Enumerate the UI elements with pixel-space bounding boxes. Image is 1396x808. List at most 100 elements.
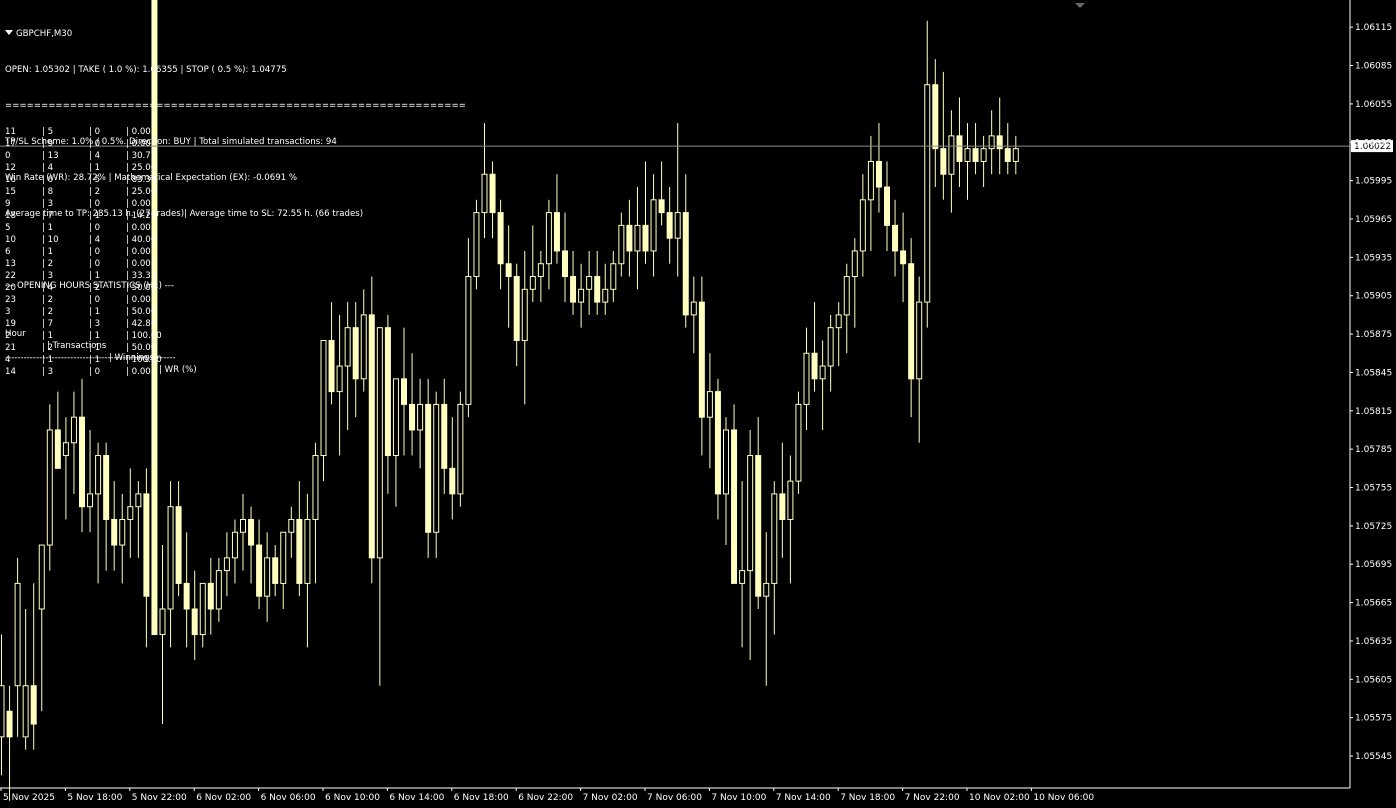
dropdown-triangle-icon[interactable] xyxy=(5,30,13,35)
candle-body-bull xyxy=(457,403,464,495)
candle-body-bear xyxy=(441,403,448,469)
levels-line: OPEN: 1.05302 | TAKE ( 1.0 %): 1.06355 |… xyxy=(5,65,287,75)
candle-body-bear xyxy=(731,429,738,584)
price-tick-label: 1.05755 xyxy=(1355,484,1392,494)
candle-body-bear xyxy=(207,582,214,610)
stats-cell-transactions: | 10 xyxy=(42,235,59,245)
stats-cell-wr: | 0.00 xyxy=(126,127,151,137)
candle-body-bull xyxy=(771,493,778,584)
candle-body-bear xyxy=(103,455,110,520)
candle-body-bear xyxy=(296,518,303,584)
stats-cell-winnings: | 0 xyxy=(89,367,101,377)
candle-body-bull xyxy=(843,276,850,316)
candle-body-bear xyxy=(111,518,118,546)
stats-cell-winnings: | 1 xyxy=(89,331,101,341)
candle-body-bull xyxy=(264,557,271,597)
stats-cell-wr: | 25.00 xyxy=(126,163,157,173)
time-tick-label: 6 Nov 14:00 xyxy=(389,793,444,803)
symbol-title[interactable]: GBPCHF,M30 xyxy=(5,28,466,40)
candle xyxy=(473,199,480,290)
candle-body-bull xyxy=(803,352,810,405)
candle-body-bull xyxy=(924,84,931,303)
stats-cell-transactions: | 4 xyxy=(42,163,54,173)
candle-body-bull xyxy=(87,493,94,508)
price-tick-label: 1.06055 xyxy=(1355,100,1392,110)
price-tick-label: 1.06025 xyxy=(1355,138,1392,148)
candle-body-bear xyxy=(570,276,577,303)
stats-cell-wr: | 50.00 xyxy=(126,343,157,353)
price-tick-label: 1.05905 xyxy=(1355,292,1392,302)
candle-body-bull xyxy=(288,518,295,533)
time-tick-label: 7 Nov 14:00 xyxy=(776,793,831,803)
candle-body-bear xyxy=(272,557,279,584)
time-tick-label: 5 Nov 22:00 xyxy=(132,793,187,803)
candle-body-bull xyxy=(819,365,826,380)
candle xyxy=(425,378,432,558)
candle-body-bear xyxy=(811,352,818,380)
price-tick-label: 1.05545 xyxy=(1355,752,1392,762)
time-tick-label: 7 Nov 02:00 xyxy=(583,793,638,803)
candle-body-bear xyxy=(658,199,665,214)
stats-cell-wr: | 100.00 xyxy=(126,355,162,365)
candle-body-bull xyxy=(650,199,657,252)
stats-cell-hour: 2 xyxy=(5,331,11,341)
candle-body-bear xyxy=(666,212,673,239)
candle-body-bear xyxy=(401,378,407,405)
stats-cell-winnings: | 2 xyxy=(89,187,101,197)
candle-body-bear xyxy=(79,416,85,508)
candle-body-bull xyxy=(835,314,842,329)
candle-body-bull xyxy=(38,544,45,610)
time-tick-label: 5 Nov 18:00 xyxy=(67,793,122,803)
stats-cell-hour: 4 xyxy=(5,355,11,365)
time-tick-label: 7 Nov 10:00 xyxy=(711,793,766,803)
candle-body-bear xyxy=(698,301,705,418)
candle-body-bull xyxy=(602,288,609,303)
stats-cell-wr: | 0.00 xyxy=(126,199,151,209)
time-tick-label: 10 Nov 02:00 xyxy=(969,793,1030,803)
price-tick-label: 1.05575 xyxy=(1355,714,1392,724)
stats-cell-transactions: | 2 xyxy=(42,343,54,353)
stats-cell-hour: 21 xyxy=(5,343,16,353)
candle-body-bear xyxy=(54,429,61,469)
time-tick-label: 6 Nov 22:00 xyxy=(518,793,573,803)
stats-cell-wr: | 0.00 xyxy=(126,367,151,377)
price-tick-label: 1.05845 xyxy=(1355,368,1392,378)
stats-cell-hour: 16 xyxy=(5,175,16,185)
stats-cell-wr: | 30.77 xyxy=(126,151,157,161)
candle-body-bull xyxy=(634,224,641,252)
candle-body-bull xyxy=(14,582,21,687)
stats-cell-transactions: | 5 xyxy=(42,127,54,137)
stats-cell-hour: 3 xyxy=(5,307,11,317)
candle-body-bear xyxy=(175,506,182,584)
time-tick-label: 6 Nov 10:00 xyxy=(325,793,380,803)
stats-cell-transactions: | 3 xyxy=(42,271,54,281)
candle-body-bull xyxy=(0,685,5,738)
stats-rule: ----------------------------------------… xyxy=(5,353,176,363)
price-tick-label: 1.05605 xyxy=(1355,675,1392,685)
stats-cell-wr: | 100.00 xyxy=(126,331,162,341)
candle-body-bull xyxy=(417,403,424,431)
candle-body-bull xyxy=(674,212,681,239)
candle-body-bear xyxy=(875,160,882,188)
candle-body-bull xyxy=(690,301,697,316)
stats-cell-hour: 15 xyxy=(5,187,16,197)
candle-body-bear xyxy=(940,148,947,175)
candle-body-bear xyxy=(642,224,649,252)
candle-body-bull xyxy=(481,173,488,214)
candle-body-bull xyxy=(215,570,222,610)
stats-cell-wr: | 42.86 xyxy=(126,319,157,329)
stats-cell-hour: 19 xyxy=(5,319,16,329)
candle xyxy=(795,391,802,494)
candle-body-bull xyxy=(739,570,746,584)
stats-cell-transactions: | 9 xyxy=(42,139,54,149)
stats-cell-winnings: | 0 xyxy=(89,247,101,257)
candle-body-bear xyxy=(892,224,899,252)
stats-cell-hour: 13 xyxy=(5,259,16,269)
stats-cell-wr: | 0.00 xyxy=(126,223,151,233)
stats-cell-hour: 18 xyxy=(5,211,16,221)
candle-body-bull xyxy=(964,148,971,162)
stats-header-row: Hour | Transactions | Winnings | WR (%) xyxy=(5,316,466,375)
candle-body-bear xyxy=(30,685,37,725)
candle-body-bear xyxy=(1004,148,1011,162)
